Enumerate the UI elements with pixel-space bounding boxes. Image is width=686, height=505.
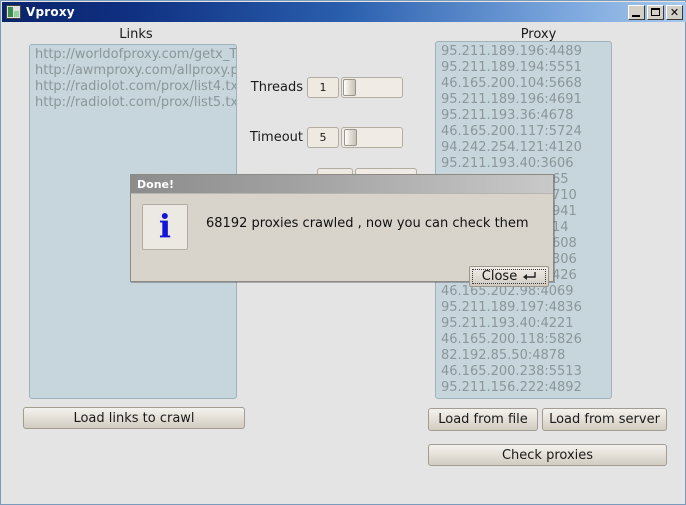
list-item[interactable]: 95.211.189.194:5551 bbox=[436, 60, 611, 76]
list-item[interactable]: 46.165.200.238:5513 bbox=[436, 364, 611, 380]
list-item[interactable]: 95.211.193.36:4678 bbox=[436, 108, 611, 124]
load-links-to-crawl-button[interactable]: Load links to crawl bbox=[23, 407, 245, 429]
load-from-server-button[interactable]: Load from server bbox=[542, 408, 667, 431]
dialog-close-label: Close bbox=[481, 269, 518, 284]
window-controls: ✕ bbox=[628, 4, 683, 20]
application-window: Vproxy ✕ Links http://worldofproxy.com/g… bbox=[0, 0, 686, 505]
info-icon: i bbox=[142, 204, 188, 250]
list-item[interactable]: http://worldofproxy.com/getx_TP bbox=[30, 47, 236, 63]
list-item[interactable]: 46.165.200.104:5668 bbox=[436, 76, 611, 92]
app-window-icon bbox=[6, 5, 21, 19]
dialog-body: i 68192 proxies crawled , now you can ch… bbox=[131, 194, 553, 287]
list-item[interactable]: 95.211.189.197:4836 bbox=[436, 300, 611, 316]
maximize-button[interactable] bbox=[647, 4, 664, 20]
list-item[interactable]: 82.192.85.50:4878 bbox=[436, 348, 611, 364]
load-from-file-button[interactable]: Load from file bbox=[428, 408, 538, 431]
timeout-label: Timeout bbox=[249, 130, 303, 145]
enter-arrow-icon bbox=[522, 271, 536, 282]
proxy-panel-label: Proxy bbox=[520, 27, 557, 42]
list-item[interactable]: 95.211.193.40:3606 bbox=[436, 156, 611, 172]
list-item[interactable]: 46.165.200.118:5826 bbox=[436, 332, 611, 348]
list-item[interactable]: http://awmproxy.com/allproxy.ph bbox=[30, 63, 236, 79]
threads-slider[interactable] bbox=[341, 77, 403, 98]
dialog-message: 68192 proxies crawled , now you can chec… bbox=[206, 216, 529, 231]
maximize-icon bbox=[651, 8, 660, 16]
list-item[interactable]: 95.211.156.222:4892 bbox=[436, 380, 611, 396]
dialog-title: Done! bbox=[137, 177, 174, 191]
list-item[interactable]: 94.242.254.121:4120 bbox=[436, 140, 611, 156]
list-item[interactable]: 95.211.189.196:4489 bbox=[436, 44, 611, 60]
threads-label: Threads bbox=[250, 80, 303, 95]
window-titlebar: Vproxy ✕ bbox=[2, 2, 686, 22]
list-item[interactable]: http://radiolot.com/prox/list4.txt bbox=[30, 79, 236, 95]
minimize-button[interactable] bbox=[628, 4, 645, 20]
list-item[interactable]: 46.165.200.117:5724 bbox=[436, 124, 611, 140]
threads-input[interactable]: 1 bbox=[307, 77, 339, 98]
dialog-close-button[interactable]: Close bbox=[469, 266, 549, 287]
minimize-icon bbox=[632, 14, 640, 17]
done-dialog: Done! i 68192 proxies crawled , now you … bbox=[130, 174, 554, 287]
links-panel-label: Links bbox=[119, 27, 153, 42]
threads-slider-thumb[interactable] bbox=[343, 79, 356, 96]
timeout-slider-thumb[interactable] bbox=[344, 129, 357, 146]
list-item[interactable]: 95.211.193.40:4221 bbox=[436, 316, 611, 332]
dialog-titlebar: Done! bbox=[131, 175, 553, 194]
check-proxies-button[interactable]: Check proxies bbox=[428, 444, 667, 466]
list-item[interactable]: 95.211.189.196:4691 bbox=[436, 92, 611, 108]
timeout-input[interactable]: 5 bbox=[307, 127, 339, 148]
window-title: Vproxy bbox=[26, 5, 75, 19]
list-item[interactable]: http://radiolot.com/prox/list5.txt bbox=[30, 95, 236, 111]
timeout-slider[interactable] bbox=[341, 127, 403, 148]
info-icon-glyph: i bbox=[158, 207, 172, 245]
close-button[interactable]: ✕ bbox=[666, 4, 683, 20]
close-icon: ✕ bbox=[669, 5, 680, 19]
